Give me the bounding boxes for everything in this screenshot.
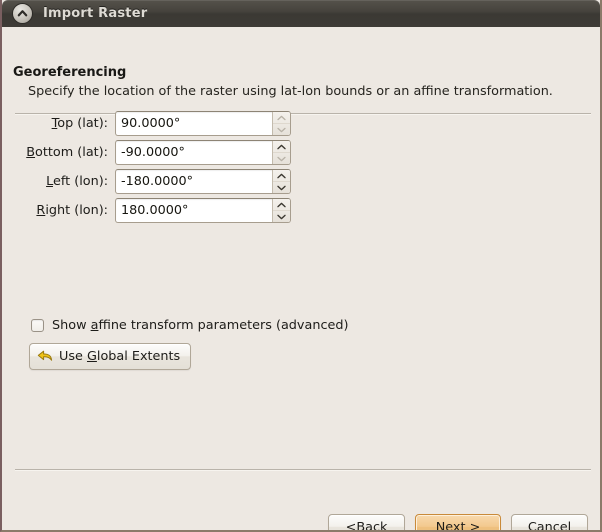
affine-checkbox-row[interactable]: Show affine transform parameters (advanc… xyxy=(31,318,348,333)
spinbox-bottom-decrement[interactable] xyxy=(273,152,290,164)
label-left: Left (lon): xyxy=(2,174,115,189)
back-button[interactable]: < Back xyxy=(328,514,405,532)
affine-label-prefix: Show xyxy=(52,318,91,333)
dialog-body: Georeferencing Specify the location of t… xyxy=(2,27,600,530)
field-row-right: Right (lon): 180.0000° xyxy=(2,196,600,225)
cancel-button[interactable]: Cancel xyxy=(511,514,588,532)
next-label-mnemonic: N xyxy=(435,519,446,532)
spinbox-bottom[interactable]: -90.0000° xyxy=(115,140,291,165)
import-raster-dialog: Import Raster Georeferencing Specify the… xyxy=(0,0,602,532)
label-right-mnemonic: R xyxy=(36,203,46,218)
up-chevron-circle-icon xyxy=(12,3,33,24)
spinbox-right-increment[interactable] xyxy=(273,199,290,210)
label-left-text: eft (lon): xyxy=(52,174,108,189)
global-label-suffix: lobal Extents xyxy=(96,349,181,364)
spinbox-top[interactable]: 90.0000° xyxy=(115,111,291,136)
spinbox-top-increment[interactable] xyxy=(273,112,290,123)
spinbox-left-value[interactable]: -180.0000° xyxy=(116,170,272,193)
title-bar: Import Raster xyxy=(2,0,600,27)
global-label-mnemonic: G xyxy=(86,349,97,364)
label-top-text: op (lat): xyxy=(57,116,108,131)
spinbox-top-buttons xyxy=(272,112,290,135)
spinbox-top-decrement[interactable] xyxy=(273,123,290,135)
label-bottom-mnemonic: B xyxy=(26,145,36,160)
spinbox-left-decrement[interactable] xyxy=(273,181,290,193)
spinbox-bottom-increment[interactable] xyxy=(273,141,290,152)
affine-checkbox-label[interactable]: Show affine transform parameters (advanc… xyxy=(52,318,348,333)
page-title: Georeferencing xyxy=(13,65,127,80)
label-right-text: ight (lon): xyxy=(45,203,108,218)
global-label-prefix: Use xyxy=(59,349,87,364)
spinbox-right-value[interactable]: 180.0000° xyxy=(116,199,272,222)
window-title: Import Raster xyxy=(43,6,148,21)
label-right: Right (lon): xyxy=(2,203,115,218)
back-label-prefix: < xyxy=(345,519,357,532)
spinbox-left-buttons xyxy=(272,170,290,193)
label-bottom-text: ottom (lat): xyxy=(35,145,108,160)
affine-checkbox[interactable] xyxy=(31,319,44,332)
spinbox-bottom-value[interactable]: -90.0000° xyxy=(116,141,272,164)
spinbox-right-decrement[interactable] xyxy=(273,210,290,222)
page-subtitle: Specify the location of the raster using… xyxy=(28,84,553,99)
spinbox-right-buttons xyxy=(272,199,290,222)
field-row-left: Left (lon): -180.0000° xyxy=(2,167,600,196)
spinbox-left[interactable]: -180.0000° xyxy=(115,169,291,194)
label-left-mnemonic: L xyxy=(46,174,53,189)
label-bottom: Bottom (lat): xyxy=(2,145,115,160)
dialog-footer: < Back Next > Cancel xyxy=(328,514,588,532)
spinbox-right[interactable]: 180.0000° xyxy=(115,198,291,223)
spinbox-top-value[interactable]: 90.0000° xyxy=(116,112,272,135)
affine-label-suffix: ffine transform parameters (advanced) xyxy=(98,318,349,333)
field-row-top: Top (lat): 90.0000° xyxy=(2,109,600,138)
spinbox-left-increment[interactable] xyxy=(273,170,290,181)
field-row-bottom: Bottom (lat): -90.0000° xyxy=(2,138,600,167)
use-global-extents-button[interactable]: Use Global Extents xyxy=(29,343,192,370)
next-button[interactable]: Next > xyxy=(415,514,501,532)
use-global-extents-label: Use Global Extents xyxy=(59,349,180,364)
georeferencing-form: Top (lat): 90.0000° Bottom (lat): -90.00… xyxy=(2,109,600,225)
next-label-suffix: ext > xyxy=(445,519,481,532)
undo-arrow-icon xyxy=(37,349,53,364)
cancel-label: Cancel xyxy=(527,519,572,532)
spinbox-bottom-buttons xyxy=(272,141,290,164)
label-top: Top (lat): xyxy=(2,116,115,131)
footer-divider xyxy=(15,469,591,471)
back-label-suffix: ack xyxy=(365,519,388,532)
back-label-mnemonic: B xyxy=(356,519,366,532)
